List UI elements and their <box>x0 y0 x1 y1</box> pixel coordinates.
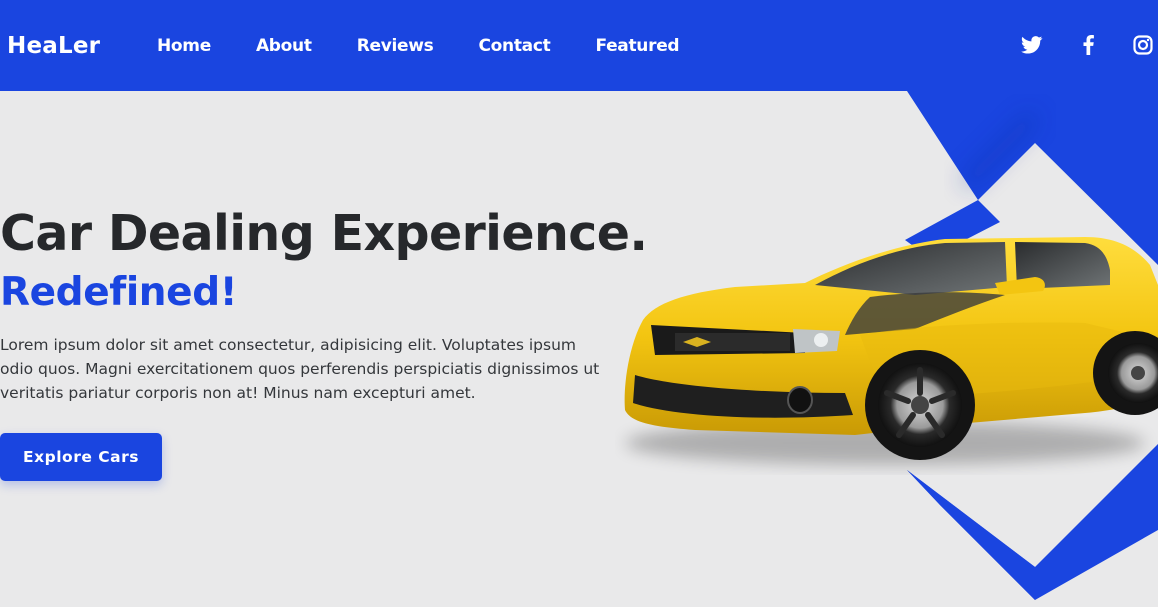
nav-link-about[interactable]: About <box>256 36 312 56</box>
instagram-icon[interactable] <box>1132 34 1154 56</box>
brand-logo[interactable]: HeaLer <box>7 33 100 59</box>
nav-link-reviews[interactable]: Reviews <box>357 36 434 56</box>
nav-link-featured[interactable]: Featured <box>595 36 679 56</box>
hero-title: Car Dealing Experience. <box>0 205 648 262</box>
main-nav: Home About Reviews Contact Featured <box>157 36 680 56</box>
twitter-icon[interactable] <box>1020 34 1044 56</box>
hero-description: Lorem ipsum dolor sit amet consectetur, … <box>0 336 600 402</box>
page: HeaLer Home About Reviews Contact Featur… <box>0 0 1158 607</box>
car-image <box>624 237 1158 465</box>
explore-cars-button[interactable]: Explore Cars <box>0 433 162 481</box>
navbar: HeaLer Home About Reviews Contact Featur… <box>0 0 1158 91</box>
nav-link-home[interactable]: Home <box>157 36 211 56</box>
nav-link-contact[interactable]: Contact <box>478 36 550 56</box>
facebook-icon[interactable] <box>1078 34 1098 56</box>
hero-subtitle: Redefined! <box>0 270 238 315</box>
